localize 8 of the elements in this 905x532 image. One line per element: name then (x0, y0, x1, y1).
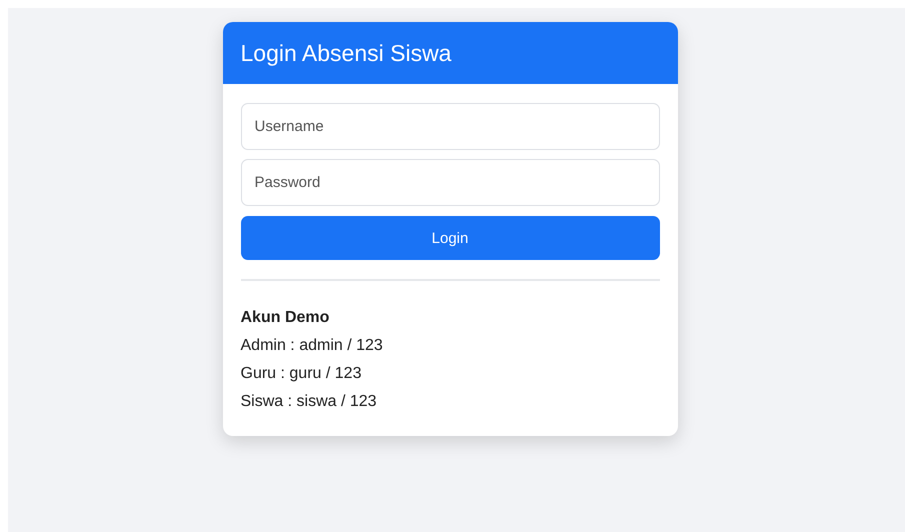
demo-account-line: Admin : admin / 123 (240, 336, 384, 356)
demo-heading: Akun Demo (240, 308, 330, 328)
password-field[interactable]: Password (240, 159, 660, 206)
demo-account-line: Guru : guru / 123 (240, 364, 362, 384)
login-button[interactable]: Login (240, 216, 660, 260)
card-title: Login Absensi Siswa (240, 40, 452, 66)
username-field[interactable]: Username (240, 103, 660, 150)
demo-account-line: Siswa : siswa / 123 (240, 392, 378, 412)
